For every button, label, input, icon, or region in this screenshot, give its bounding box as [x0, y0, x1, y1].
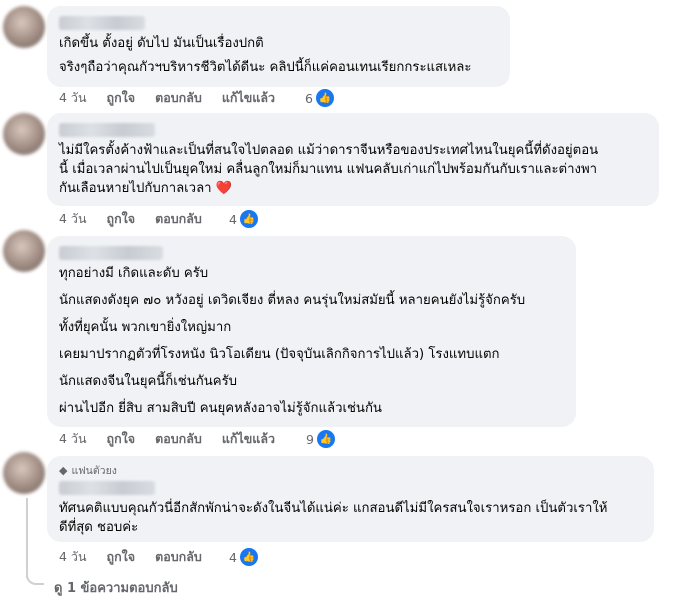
reply-button[interactable]: ตอบกลับ [155, 88, 202, 108]
commenter-name[interactable] [59, 16, 145, 30]
like-button[interactable]: ถูกใจ [107, 429, 136, 449]
commenter-name[interactable] [59, 123, 155, 137]
view-replies-link[interactable]: ดู 1 ข้อความตอบกลับ [54, 577, 178, 598]
comment-actions: 4 วัน ถูกใจ ตอบกลับ แก้ไขแล้ว [59, 88, 295, 108]
reply-button[interactable]: ตอบกลับ [155, 209, 202, 229]
edited-label[interactable]: แก้ไขแล้ว [222, 88, 275, 108]
reaction-count[interactable]: 4 👍 [229, 210, 258, 228]
comment-bubble: ◆ แฟนตัวยง ทัศนคติแบบคุณกัวนี่อีกสักพักน… [47, 456, 654, 542]
avatar[interactable] [3, 6, 45, 48]
reaction-number: 9 [306, 431, 314, 447]
top-fan-label: แฟนตัวยง [71, 465, 117, 477]
comment-text-line: ผ่านไปอีก ยี่สิบ สามสิบปี คนยุคหลังอาจไม… [59, 401, 382, 416]
comment-text-line: ทัศนคติแบบคุณกัวนี่อีกสักพักน่าจะดังในจี… [59, 501, 608, 516]
reaction-count[interactable]: 6 👍 [305, 89, 334, 107]
reaction-count[interactable]: 4 👍 [229, 548, 258, 566]
comment-actions: 4 วัน ถูกใจ ตอบกลับ แก้ไขแล้ว [59, 429, 295, 449]
avatar[interactable] [3, 452, 45, 494]
thumbs-up-icon: 👍 [315, 89, 334, 107]
thumbs-up-icon: 👍 [239, 210, 258, 228]
timestamp[interactable]: 4 วัน [59, 209, 87, 229]
comment-bubble: ทุกอย่างมี เกิดและดับ ครับ นักแสดงดังยุค… [47, 236, 576, 427]
reply-button[interactable]: ตอบกลับ [155, 547, 202, 567]
thread-connector [26, 498, 28, 578]
comment-bubble: เกิดขึ้น ตั้งอยู่ ดับไป มันเป็นเรื่องปกต… [47, 6, 510, 87]
comment-text-line: ไม่มีใครตั้งค้างฟ้าและเป็นที่สนใจไปตลอด … [59, 143, 599, 158]
like-button[interactable]: ถูกใจ [107, 209, 136, 229]
reply-button[interactable]: ตอบกลับ [155, 429, 202, 449]
comment-actions: 4 วัน ถูกใจ ตอบกลับ [59, 209, 222, 229]
comment-text-line: เคยมาปรากฏตัวที่โรงหนัง นิวโอเดียน (ปัจจ… [59, 347, 500, 362]
comment-text-line: เกิดขึ้น ตั้งอยู่ ดับไป มันเป็นเรื่องปกต… [59, 36, 264, 51]
thumbs-up-icon: 👍 [316, 430, 335, 448]
reaction-number: 4 [229, 211, 237, 227]
top-fan-badge[interactable]: ◆ แฟนตัวยง [59, 462, 642, 479]
reaction-number: 4 [229, 549, 237, 565]
comment-bubble: ไม่มีใครตั้งค้างฟ้าและเป็นที่สนใจไปตลอด … [47, 113, 659, 206]
diamond-icon: ◆ [59, 464, 68, 477]
comment-text-line: นี้ เมื่อเวลาผ่านไปเป็นยุคใหม่ คลื่นลูกใ… [59, 162, 598, 177]
like-button[interactable]: ถูกใจ [107, 547, 136, 567]
reaction-number: 6 [305, 90, 313, 106]
thread-connector-curve [26, 573, 44, 585]
commenter-name[interactable] [59, 481, 155, 495]
timestamp[interactable]: 4 วัน [59, 88, 87, 108]
comment-text-line: ดีที่สุด ชอบค่ะ [59, 520, 139, 535]
avatar[interactable] [3, 230, 45, 272]
reaction-count[interactable]: 9 👍 [306, 430, 335, 448]
comment-text-line: จริงๆถือว่าคุณกัวฯบริหารชีวิตได้ดีนะ คลิ… [59, 60, 472, 75]
thumbs-up-icon: 👍 [239, 548, 258, 566]
timestamp[interactable]: 4 วัน [59, 429, 87, 449]
comment-text-line: นักแสดงจีนในยุคนี้ก็เช่นกันครับ [59, 374, 238, 389]
comment-text-line: นักแสดงดังยุค ๗๐ หวังอยู่ เดวิดเจียง ตี่… [59, 293, 526, 308]
comment-text-line: ทุกอย่างมี เกิดและดับ ครับ [59, 266, 209, 281]
comment-actions: 4 วัน ถูกใจ ตอบกลับ [59, 547, 222, 567]
like-button[interactable]: ถูกใจ [107, 88, 136, 108]
timestamp[interactable]: 4 วัน [59, 547, 87, 567]
commenter-name[interactable] [59, 246, 163, 260]
avatar[interactable] [3, 113, 45, 155]
comment-text-line: กันเลือนหายไปกับกาลเวลา ❤️ [59, 181, 233, 196]
comment-text-line: ทั้งที่ยุคนั้น พวกเขายิ่งใหญ่มาก [59, 320, 232, 335]
edited-label[interactable]: แก้ไขแล้ว [222, 429, 275, 449]
